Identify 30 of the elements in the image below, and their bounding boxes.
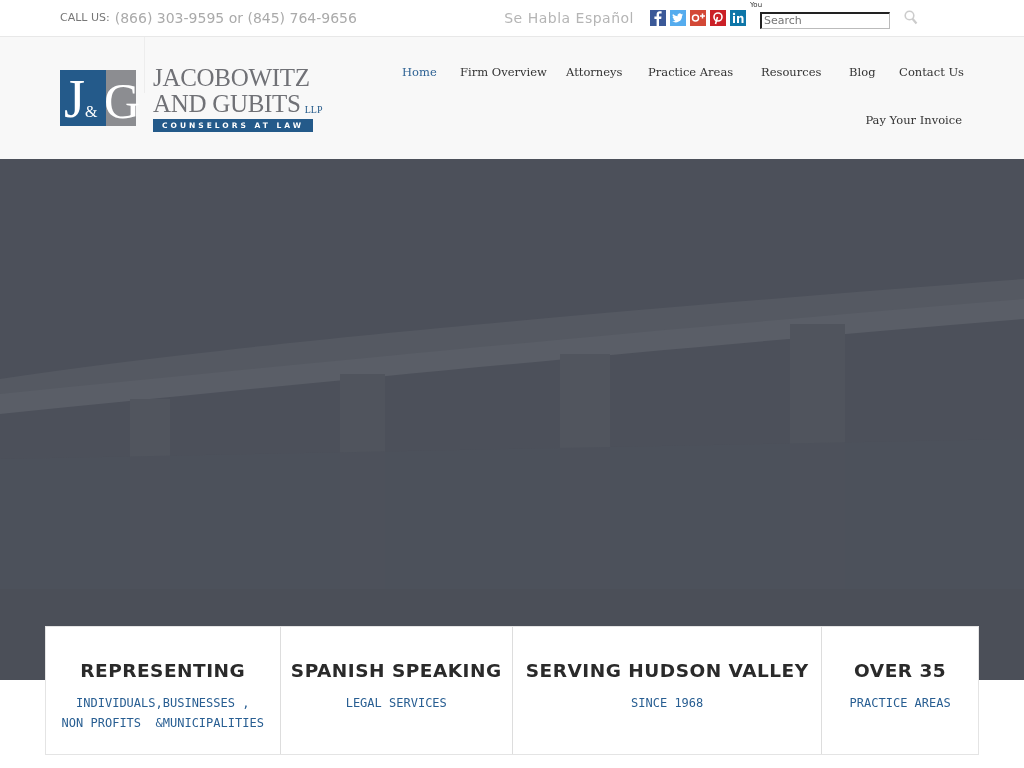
language-note: Se Habla Español xyxy=(504,8,634,28)
call-label: CALL US: xyxy=(60,9,110,26)
nav-link[interactable]: Practice Areas xyxy=(648,64,762,82)
search-field[interactable]: Search xyxy=(760,11,890,29)
google-plus-icon[interactable] xyxy=(690,10,706,26)
nav-link[interactable]: Resources xyxy=(761,64,850,82)
stat-caption: PRACTICE AREAS xyxy=(848,694,952,712)
nav-link[interactable]: Home xyxy=(402,64,461,82)
logo-name: JACOBOWITZ xyxy=(153,64,311,91)
stat-title: OVER 35 xyxy=(853,659,948,683)
stat-title: SPANISH SPEAKING xyxy=(289,659,503,683)
logo-monogram-letter: & xyxy=(85,104,98,120)
logo-name: AND GUBITS xyxy=(153,90,301,117)
nav-link[interactable]: Pay Your Invoice xyxy=(865,112,962,130)
nav-link[interactable]: Attorneys xyxy=(566,64,649,82)
stat-title: SERVING HUDSON VALLEY xyxy=(524,659,810,683)
pinterest-icon[interactable] xyxy=(710,10,726,26)
stat-caption: SINCE 1968 xyxy=(630,694,705,712)
stat-caption: NON PROFITS &MUNICIPALITIES xyxy=(60,714,265,732)
nav-link[interactable]: Contact Us xyxy=(899,64,964,82)
phone-numbers: (866) 303-9595 or (845) 764-9656 xyxy=(114,8,357,28)
logo-monogram-letter: J xyxy=(64,72,85,126)
nav-link[interactable]: Firm Overview xyxy=(460,64,567,82)
stat-caption: LEGAL SERVICES xyxy=(344,694,448,712)
linkedin-icon[interactable] xyxy=(730,10,746,26)
facebook-icon[interactable] xyxy=(650,10,666,26)
nav-link[interactable]: Blog xyxy=(849,64,900,82)
stat-title: REPRESENTING xyxy=(79,659,247,683)
stat-caption: INDIVIDUALS,BUSINESSES , xyxy=(75,694,251,712)
logo-suffix: LLP xyxy=(304,102,323,117)
